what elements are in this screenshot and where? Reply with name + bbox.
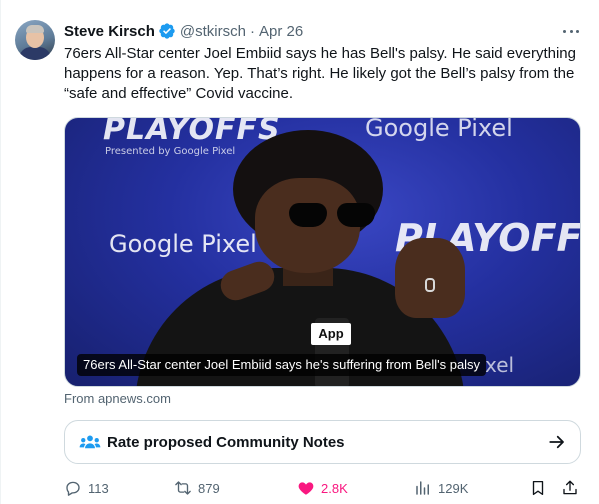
backdrop-playoffs-text: PLAYOFFS	[103, 117, 281, 147]
avatar[interactable]	[15, 20, 55, 60]
link-source[interactable]: From apnews.com	[64, 391, 171, 406]
media-card-image[interactable]: PLAYOFFS Presented by Google Pixel Googl…	[64, 117, 581, 387]
share-icon	[563, 480, 577, 495]
tweet-text: 76ers All-Star center Joel Embiid says h…	[64, 45, 576, 102]
author-name[interactable]: Steve Kirsch	[64, 23, 155, 40]
views-count: 129K	[438, 480, 469, 496]
more-horizontal-icon[interactable]	[560, 22, 582, 40]
reply-count: 113	[88, 480, 109, 496]
views-button[interactable]: 129K	[414, 477, 468, 499]
ring	[425, 278, 435, 292]
author-handle[interactable]: @stkirsch	[180, 23, 246, 40]
backdrop-sponsor-text: Presented by Google Pixel	[105, 146, 236, 157]
reply-button[interactable]: 113	[64, 477, 109, 499]
bookmark-icon	[532, 480, 544, 496]
header-separator: ·	[249, 22, 255, 40]
sunglasses	[289, 203, 379, 231]
timeline-divider	[0, 0, 1, 504]
retweet-icon	[175, 481, 191, 495]
people-icon	[79, 433, 101, 451]
tweet-actions: 113 879 2.8K 129K	[64, 477, 584, 499]
heart-filled-icon	[298, 482, 314, 495]
community-notes-label: Rate proposed Community Notes	[107, 433, 345, 451]
media-caption: 76ers All-Star center Joel Embiid says h…	[77, 354, 487, 376]
avatar-hair	[26, 25, 44, 33]
microphone-flag: App	[311, 323, 351, 345]
arrow-right-icon	[548, 433, 566, 451]
verified-badge-icon[interactable]	[158, 22, 176, 40]
community-notes-button[interactable]: Rate proposed Community Notes	[64, 420, 581, 464]
retweet-count: 879	[198, 480, 220, 496]
reply-icon	[66, 481, 80, 496]
tweet-header: Steve Kirsch @stkirsch · Apr 26	[64, 20, 303, 42]
backdrop-google-text: Google Pixel	[365, 117, 513, 142]
views-chart-icon	[416, 481, 429, 495]
retweet-button[interactable]: 879	[174, 477, 220, 499]
backdrop-google-text: Google Pixel	[109, 230, 257, 258]
avatar-shirt	[19, 47, 51, 60]
like-count: 2.8K	[321, 480, 348, 496]
tweet-date[interactable]: Apr 26	[259, 23, 303, 40]
share-button[interactable]	[561, 477, 579, 499]
bookmark-button[interactable]	[529, 477, 547, 499]
backdrop-google-text: xel	[485, 353, 515, 377]
like-button[interactable]: 2.8K	[297, 477, 348, 499]
